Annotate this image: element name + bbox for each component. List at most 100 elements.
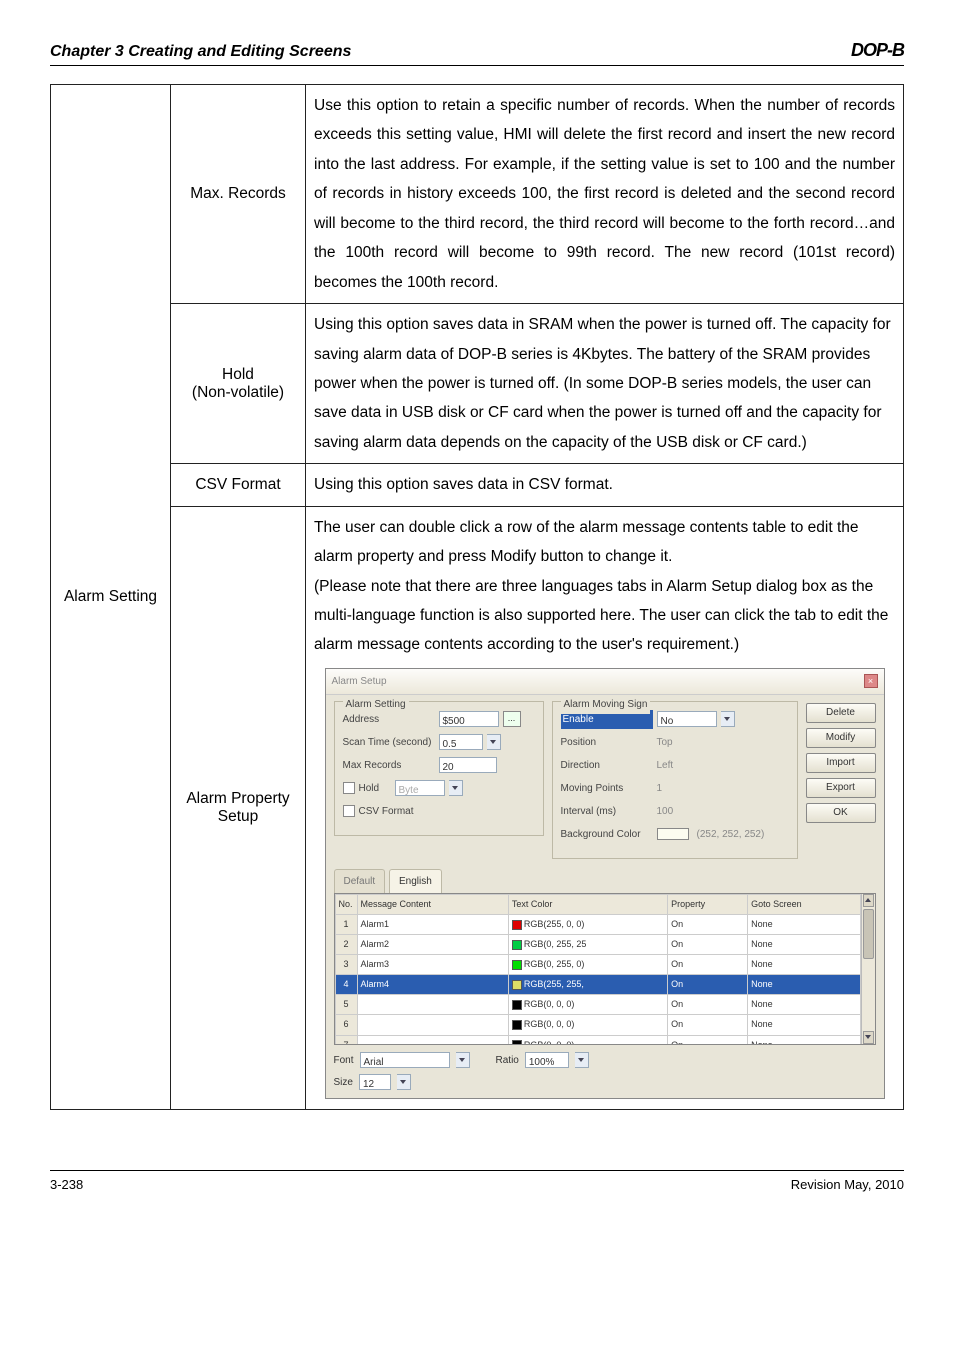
- grid-prop[interactable]: On: [668, 975, 748, 995]
- size-select[interactable]: 12: [359, 1074, 391, 1090]
- grid-header[interactable]: Property: [668, 894, 748, 914]
- tab-default[interactable]: Default: [334, 869, 386, 893]
- table-row[interactable]: 1Alarm1RGB(255, 0, 0)OnNone: [335, 914, 860, 934]
- scroll-down-icon[interactable]: [863, 1031, 874, 1044]
- grid-prop[interactable]: On: [668, 935, 748, 955]
- grid-no[interactable]: 4: [335, 975, 357, 995]
- delete-button[interactable]: Delete: [806, 703, 876, 723]
- grid-msg[interactable]: [357, 995, 508, 1015]
- grid-header[interactable]: No.: [335, 894, 357, 914]
- ratio-select[interactable]: 100%: [525, 1052, 569, 1068]
- address-browse-button[interactable]: ...: [503, 711, 521, 727]
- alarm-prop-label-1: Alarm Property: [186, 790, 289, 807]
- export-button[interactable]: Export: [806, 778, 876, 798]
- size-dropdown[interactable]: [397, 1074, 411, 1090]
- grid-msg[interactable]: Alarm3: [357, 955, 508, 975]
- page-header: Chapter 3 Creating and Editing Screens D…: [50, 40, 904, 66]
- grid-goto[interactable]: None: [748, 955, 860, 975]
- grid-header[interactable]: Goto Screen: [748, 894, 860, 914]
- scan-input[interactable]: 0.5: [439, 734, 483, 750]
- address-input[interactable]: $500: [439, 711, 499, 727]
- bgcolor-value: (252, 252, 252): [697, 825, 765, 844]
- font-dropdown[interactable]: [456, 1052, 470, 1068]
- max-records-label: Max. Records: [171, 85, 306, 304]
- hold-type-input[interactable]: Byte: [395, 780, 445, 796]
- table-row[interactable]: 2Alarm2RGB(0, 255, 25OnNone: [335, 935, 860, 955]
- close-icon[interactable]: ×: [864, 674, 878, 688]
- table-row[interactable]: 5 RGB(0, 0, 0)OnNone: [335, 995, 860, 1015]
- grid-msg[interactable]: Alarm2: [357, 935, 508, 955]
- table-row[interactable]: 6 RGB(0, 0, 0)OnNone: [335, 1015, 860, 1035]
- grid-no[interactable]: 7: [335, 1035, 357, 1045]
- font-select[interactable]: Arial: [360, 1052, 450, 1068]
- scroll-up-icon[interactable]: [863, 894, 874, 907]
- scan-dropdown[interactable]: [487, 734, 501, 750]
- import-button[interactable]: Import: [806, 753, 876, 773]
- grid-msg[interactable]: [357, 1015, 508, 1035]
- grid-color[interactable]: RGB(255, 0, 0): [508, 914, 667, 934]
- table-row[interactable]: 3Alarm3RGB(0, 255, 0)OnNone: [335, 955, 860, 975]
- chevron-down-icon: [578, 1058, 584, 1062]
- grid-prop[interactable]: On: [668, 914, 748, 934]
- table-row[interactable]: 4Alarm4RGB(255, 255,OnNone: [335, 975, 860, 995]
- grid-no[interactable]: 3: [335, 955, 357, 975]
- grid-goto[interactable]: None: [748, 975, 860, 995]
- dlg-csv-label: CSV Format: [359, 802, 451, 821]
- grid-prop[interactable]: On: [668, 1035, 748, 1045]
- grid-no[interactable]: 1: [335, 914, 357, 934]
- hold-label-2: (Non-volatile): [192, 384, 284, 401]
- alarm-prop-label: Alarm Property Setup: [171, 506, 306, 1109]
- grid-msg[interactable]: Alarm1: [357, 914, 508, 934]
- grid-color[interactable]: RGB(255, 255,: [508, 975, 667, 995]
- interval-value: 100: [657, 802, 674, 821]
- dialog-title-text: Alarm Setup: [332, 672, 387, 691]
- grid-no[interactable]: 6: [335, 1015, 357, 1035]
- grid-color[interactable]: RGB(0, 0, 0): [508, 1015, 667, 1035]
- alarm-grid[interactable]: No.Message ContentText ColorPropertyGoto…: [335, 894, 861, 1045]
- enable-select[interactable]: No: [657, 711, 717, 727]
- page-number: 3-238: [50, 1177, 83, 1192]
- grid-prop[interactable]: On: [668, 1015, 748, 1035]
- csv-label: CSV Format: [171, 464, 306, 506]
- grid-color[interactable]: RGB(0, 0, 0): [508, 995, 667, 1015]
- enable-dropdown[interactable]: [721, 711, 735, 727]
- color-swatch-icon: [512, 980, 522, 990]
- chevron-down-icon: [400, 1080, 406, 1084]
- dialog-titlebar[interactable]: Alarm Setup ×: [326, 669, 884, 695]
- hold-type-dropdown[interactable]: [449, 780, 463, 796]
- grid-no[interactable]: 5: [335, 995, 357, 1015]
- grid-goto[interactable]: None: [748, 1035, 860, 1045]
- grid-prop[interactable]: On: [668, 955, 748, 975]
- grid-msg[interactable]: Alarm4: [357, 975, 508, 995]
- grid-goto[interactable]: None: [748, 995, 860, 1015]
- ok-button[interactable]: OK: [806, 803, 876, 823]
- grid-goto[interactable]: None: [748, 935, 860, 955]
- max-input[interactable]: 20: [439, 757, 497, 773]
- modify-button[interactable]: Modify: [806, 728, 876, 748]
- chevron-down-icon: [452, 786, 458, 790]
- table-row[interactable]: 7 RGB(0, 0, 0)OnNone: [335, 1035, 860, 1045]
- grid-goto[interactable]: None: [748, 1015, 860, 1035]
- grid-header[interactable]: Text Color: [508, 894, 667, 914]
- grid-no[interactable]: 2: [335, 935, 357, 955]
- grid-header[interactable]: Message Content: [357, 894, 508, 914]
- alarm-setting-group: Alarm Setting Address $500 ... Scan Time…: [334, 701, 544, 836]
- grid-color[interactable]: RGB(0, 255, 0): [508, 955, 667, 975]
- grid-prop[interactable]: On: [668, 995, 748, 1015]
- grid-color[interactable]: RGB(0, 0, 0): [508, 1035, 667, 1045]
- chevron-down-icon: [459, 1058, 465, 1062]
- row-group-label: Alarm Setting: [51, 85, 171, 1110]
- page-footer: 3-238 Revision May, 2010: [50, 1170, 904, 1192]
- grid-color[interactable]: RGB(0, 255, 25: [508, 935, 667, 955]
- revision-text: Revision May, 2010: [791, 1177, 904, 1192]
- grid-goto[interactable]: None: [748, 914, 860, 934]
- hold-checkbox[interactable]: [343, 782, 355, 794]
- ratio-dropdown[interactable]: [575, 1052, 589, 1068]
- bgcolor-swatch[interactable]: [657, 828, 689, 840]
- grid-msg[interactable]: [357, 1035, 508, 1045]
- scroll-thumb[interactable]: [863, 909, 874, 959]
- csv-checkbox[interactable]: [343, 805, 355, 817]
- grid-scrollbar[interactable]: [861, 894, 875, 1044]
- tab-english[interactable]: English: [389, 869, 442, 893]
- scan-label: Scan Time (second): [343, 733, 435, 752]
